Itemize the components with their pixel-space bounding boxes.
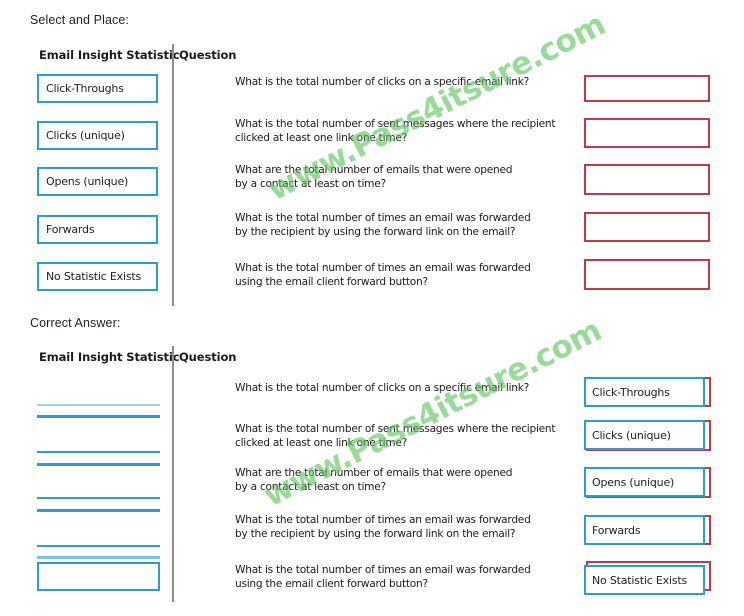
statistic-tile-click-throughs[interactable]: Click-Throughs [37,74,158,103]
answer-tile-label: Forwards [592,523,641,537]
answer-question-text-2: What is the total number of sent message… [235,423,556,449]
statistic-tile-clicks-unique[interactable]: Clicks (unique) [37,121,158,150]
question-text-4: What is the total number of times an ema… [235,212,531,238]
statistic-slot-empty-3[interactable] [37,497,160,512]
statistic-column-header-bottom: Email Insight Statistic [39,350,180,364]
statistic-slot-empty-4[interactable] [37,545,160,559]
statistic-tile-opens-unique[interactable]: Opens (unique) [37,167,158,196]
answer-tile-forwards[interactable]: Forwards [584,515,705,545]
select-and-place-label: Select and Place: [30,13,129,27]
answer-question-text-4: What is the total number of times an ema… [235,514,531,540]
statistic-tile-forwards[interactable]: Forwards [37,215,158,244]
answer-frame-5[interactable]: No Statistic Exists [584,561,711,595]
statistic-tile-label: No Statistic Exists [46,270,141,283]
statistic-slot-empty-1[interactable] [37,404,160,418]
question-text-1: What is the total number of clicks on a … [235,76,529,88]
drop-target-1[interactable] [584,75,710,102]
question-text-2: What is the total number of sent message… [235,118,556,144]
answer-question-text-5: What is the total number of times an ema… [235,564,531,590]
drop-target-2[interactable] [584,118,710,148]
column-divider-bottom [172,346,174,602]
correct-answer-label: Correct Answer: [30,316,121,330]
answer-frame-1[interactable]: Click-Throughs [584,377,711,407]
answer-tile-no-statistic-exists[interactable]: No Statistic Exists [584,565,705,595]
question-text-3: What are the total number of emails that… [235,164,513,190]
answer-frame-4[interactable]: Forwards [584,515,711,545]
answer-tile-label: No Statistic Exists [592,573,687,587]
answer-question-text-3: What are the total number of emails that… [235,467,513,493]
answer-tile-clicks-unique[interactable]: Clicks (unique) [584,420,705,450]
drop-target-3[interactable] [584,164,710,195]
statistic-tile-label: Click-Throughs [46,82,124,95]
question-column-header-top: Question [179,48,237,62]
statistic-slot-empty-2[interactable] [37,451,160,466]
statistic-slot-empty-5[interactable] [37,562,160,591]
question-column-header-bottom: Question [179,350,237,364]
answer-frame-3[interactable]: Opens (unique) [584,467,711,498]
statistic-tile-label: Forwards [46,223,95,236]
answer-tile-label: Opens (unique) [592,475,675,489]
answer-question-text-1: What is the total number of clicks on a … [235,382,529,394]
question-text-5: What is the total number of times an ema… [235,262,531,288]
answer-frame-2[interactable]: Clicks (unique) [584,420,711,451]
answer-tile-opens-unique[interactable]: Opens (unique) [584,467,705,497]
answer-tile-label: Clicks (unique) [592,428,671,442]
answer-tile-click-throughs[interactable]: Click-Throughs [584,377,705,407]
column-divider-top [172,44,174,306]
drop-target-4[interactable] [584,212,710,242]
statistic-tile-label: Clicks (unique) [46,129,125,142]
statistic-column-header-top: Email Insight Statistic [39,48,180,62]
answer-tile-label: Click-Throughs [592,385,670,399]
statistic-tile-label: Opens (unique) [46,175,129,188]
statistic-tile-no-statistic-exists[interactable]: No Statistic Exists [37,262,158,291]
drop-target-5[interactable] [584,259,710,290]
